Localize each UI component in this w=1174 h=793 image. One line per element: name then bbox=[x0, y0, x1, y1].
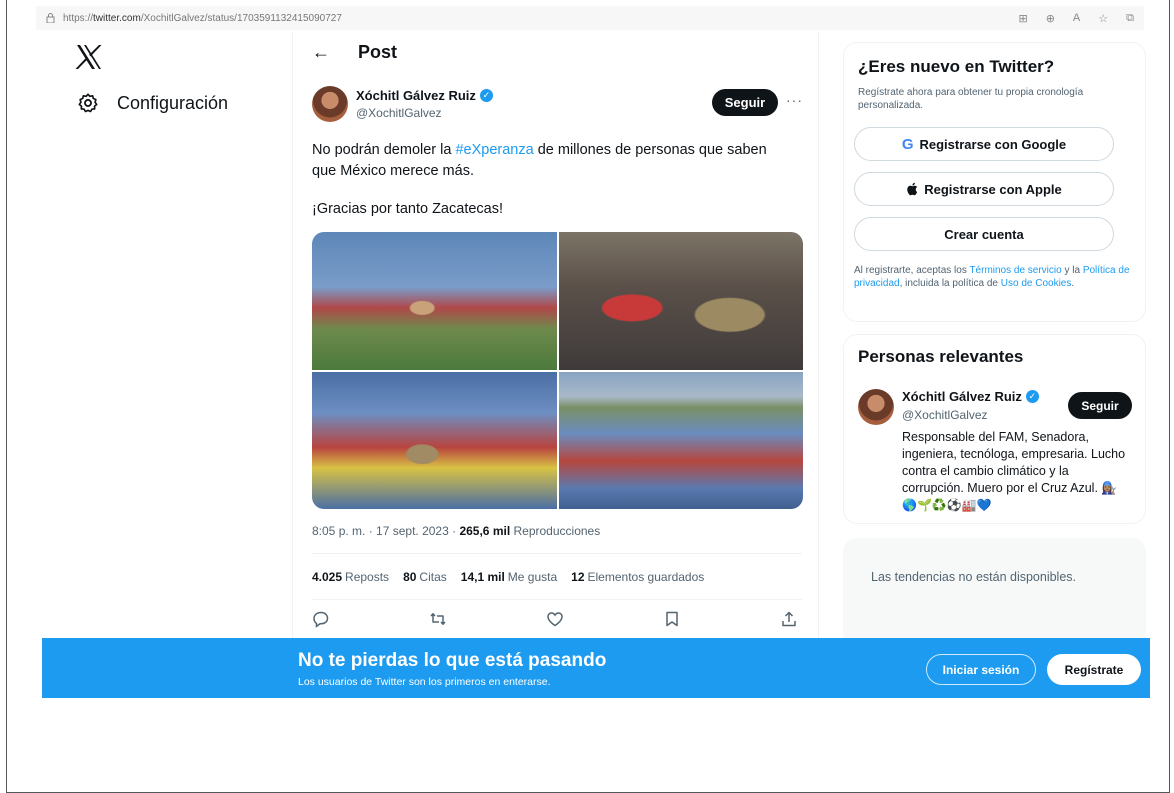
like-heart-icon[interactable] bbox=[546, 610, 564, 628]
cookies-link[interactable]: Uso de Cookies bbox=[1001, 278, 1072, 289]
verified-badge-icon: ✓ bbox=[1025, 390, 1039, 403]
post-header-title: Post bbox=[358, 42, 398, 62]
signup-legal-text: Al registrarte, aceptas los Términos de … bbox=[854, 265, 1130, 289]
column-divider-left bbox=[292, 32, 293, 638]
author-name[interactable]: Xóchitl Gálvez Ruiz bbox=[356, 88, 476, 103]
read-aloud-icon[interactable]: A bbox=[1073, 12, 1080, 25]
login-button[interactable]: Iniciar sesión bbox=[926, 654, 1036, 685]
collections-icon[interactable]: ⧉ bbox=[1126, 12, 1134, 25]
tweet-photo[interactable] bbox=[312, 371, 557, 509]
share-icon[interactable] bbox=[780, 610, 798, 628]
register-button[interactable]: Regístrate bbox=[1047, 654, 1141, 685]
relevant-follow-button[interactable]: Seguir bbox=[1068, 392, 1132, 419]
column-divider-right bbox=[818, 32, 819, 638]
saves-stat[interactable]: 12 Elementos guardados bbox=[571, 570, 704, 584]
divider bbox=[312, 599, 802, 600]
tweet-photo[interactable] bbox=[312, 232, 557, 370]
login-banner: No te pierdas lo que está pasando Los us… bbox=[42, 638, 1150, 698]
tweet-text-line2: ¡Gracias por tanto Zacatecas! bbox=[312, 201, 503, 217]
relevant-handle[interactable]: @XochitlGalvez bbox=[902, 408, 988, 422]
relevant-name-row[interactable]: Xóchitl Gálvez Ruiz ✓ bbox=[902, 389, 1039, 404]
x-logo-icon[interactable] bbox=[75, 44, 103, 70]
trends-card: Las tendencias no están disponibles. bbox=[843, 538, 1146, 638]
google-g-icon: G bbox=[901, 135, 914, 153]
views-count: 265,6 mil bbox=[459, 524, 511, 538]
favorite-star-icon[interactable]: ☆ bbox=[1098, 12, 1108, 25]
author-block[interactable]: Xóchitl Gálvez Ruiz ✓ @XochitlGalvez bbox=[356, 88, 493, 120]
hashtag-link[interactable]: #eXperanza bbox=[455, 142, 533, 158]
follow-button[interactable]: Seguir bbox=[712, 89, 778, 116]
tweet-meta: 8:05 p. m. · 17 sept. 2023 · 265,6 mil R… bbox=[312, 524, 601, 538]
tweet-text: No podrán demoler la #eXperanza de millo… bbox=[312, 142, 767, 179]
apple-logo-icon bbox=[907, 182, 918, 196]
signup-google-button[interactable]: G Registrarse con Google bbox=[854, 127, 1114, 161]
relevant-people-title: Personas relevantes bbox=[858, 347, 1024, 366]
address-bar[interactable]: https://twitter.com/XochitlGalvez/status… bbox=[36, 6, 1144, 30]
signup-title: ¿Eres nuevo en Twitter? bbox=[858, 57, 1055, 76]
reply-icon[interactable] bbox=[312, 610, 330, 628]
lock-icon bbox=[46, 13, 55, 23]
relevant-avatar[interactable] bbox=[858, 389, 894, 425]
tweet-stats: 4.025 Reposts 80 Citas 14,1 mil Me gusta 12… bbox=[312, 570, 704, 584]
back-arrow-icon[interactable]: ← bbox=[312, 42, 330, 63]
relevant-bio: Responsable del FAM, Senadora, ingeniera… bbox=[902, 430, 1126, 495]
likes-stat[interactable]: 14,1 mil Me gusta bbox=[461, 570, 557, 584]
url-text: https://twitter.com/XochitlGalvez/status… bbox=[63, 12, 342, 24]
nav-settings-label: Configuración bbox=[117, 92, 229, 113]
nav-settings[interactable]: Configuración bbox=[77, 92, 228, 114]
create-account-button[interactable]: Crear cuenta bbox=[854, 217, 1114, 251]
zoom-icon[interactable]: ⊕ bbox=[1046, 12, 1055, 25]
relevant-people-card: Personas relevantes Xóchitl Gálvez Ruiz ✓… bbox=[843, 334, 1146, 524]
banner-subline: Los usuarios de Twitter son los primeros… bbox=[298, 676, 551, 688]
divider bbox=[312, 553, 802, 554]
trends-unavailable-text: Las tendencias no están disponibles. bbox=[871, 570, 1077, 584]
tweet-time[interactable]: 8:05 p. m. bbox=[312, 524, 365, 538]
signup-card: ¿Eres nuevo en Twitter? Regístrate ahora… bbox=[843, 42, 1146, 322]
banner-headline: No te pierdas lo que está pasando bbox=[298, 650, 607, 671]
reposts-stat[interactable]: 4.025 Reposts bbox=[312, 570, 389, 584]
tweet-photo[interactable] bbox=[558, 232, 803, 370]
signup-subtitle: Regístrate ahora para obtener tu propia … bbox=[858, 87, 1084, 111]
gear-icon bbox=[78, 93, 98, 113]
verified-badge-icon: ✓ bbox=[479, 89, 493, 102]
tweet-media-grid bbox=[312, 232, 803, 509]
author-avatar[interactable] bbox=[312, 86, 348, 122]
quotes-stat[interactable]: 80 Citas bbox=[403, 570, 447, 584]
more-options-icon[interactable]: ··· bbox=[786, 92, 803, 108]
tweet-photo[interactable] bbox=[558, 371, 803, 509]
relevant-bio-emoji: 🌎🌱♻️⚽️🏭💙 bbox=[902, 498, 992, 512]
repost-icon[interactable] bbox=[429, 610, 447, 628]
tweet-date[interactable]: 17 sept. 2023 bbox=[376, 524, 449, 538]
signup-apple-button[interactable]: Registrarse con Apple bbox=[854, 172, 1114, 206]
split-screen-icon[interactable]: ⊞ bbox=[1018, 12, 1027, 25]
post-header: ← Post bbox=[312, 42, 397, 63]
bookmark-icon[interactable] bbox=[663, 610, 681, 628]
terms-link[interactable]: Términos de servicio bbox=[969, 265, 1061, 276]
tweet-actions bbox=[312, 610, 798, 628]
author-handle[interactable]: @XochitlGalvez bbox=[356, 106, 493, 120]
